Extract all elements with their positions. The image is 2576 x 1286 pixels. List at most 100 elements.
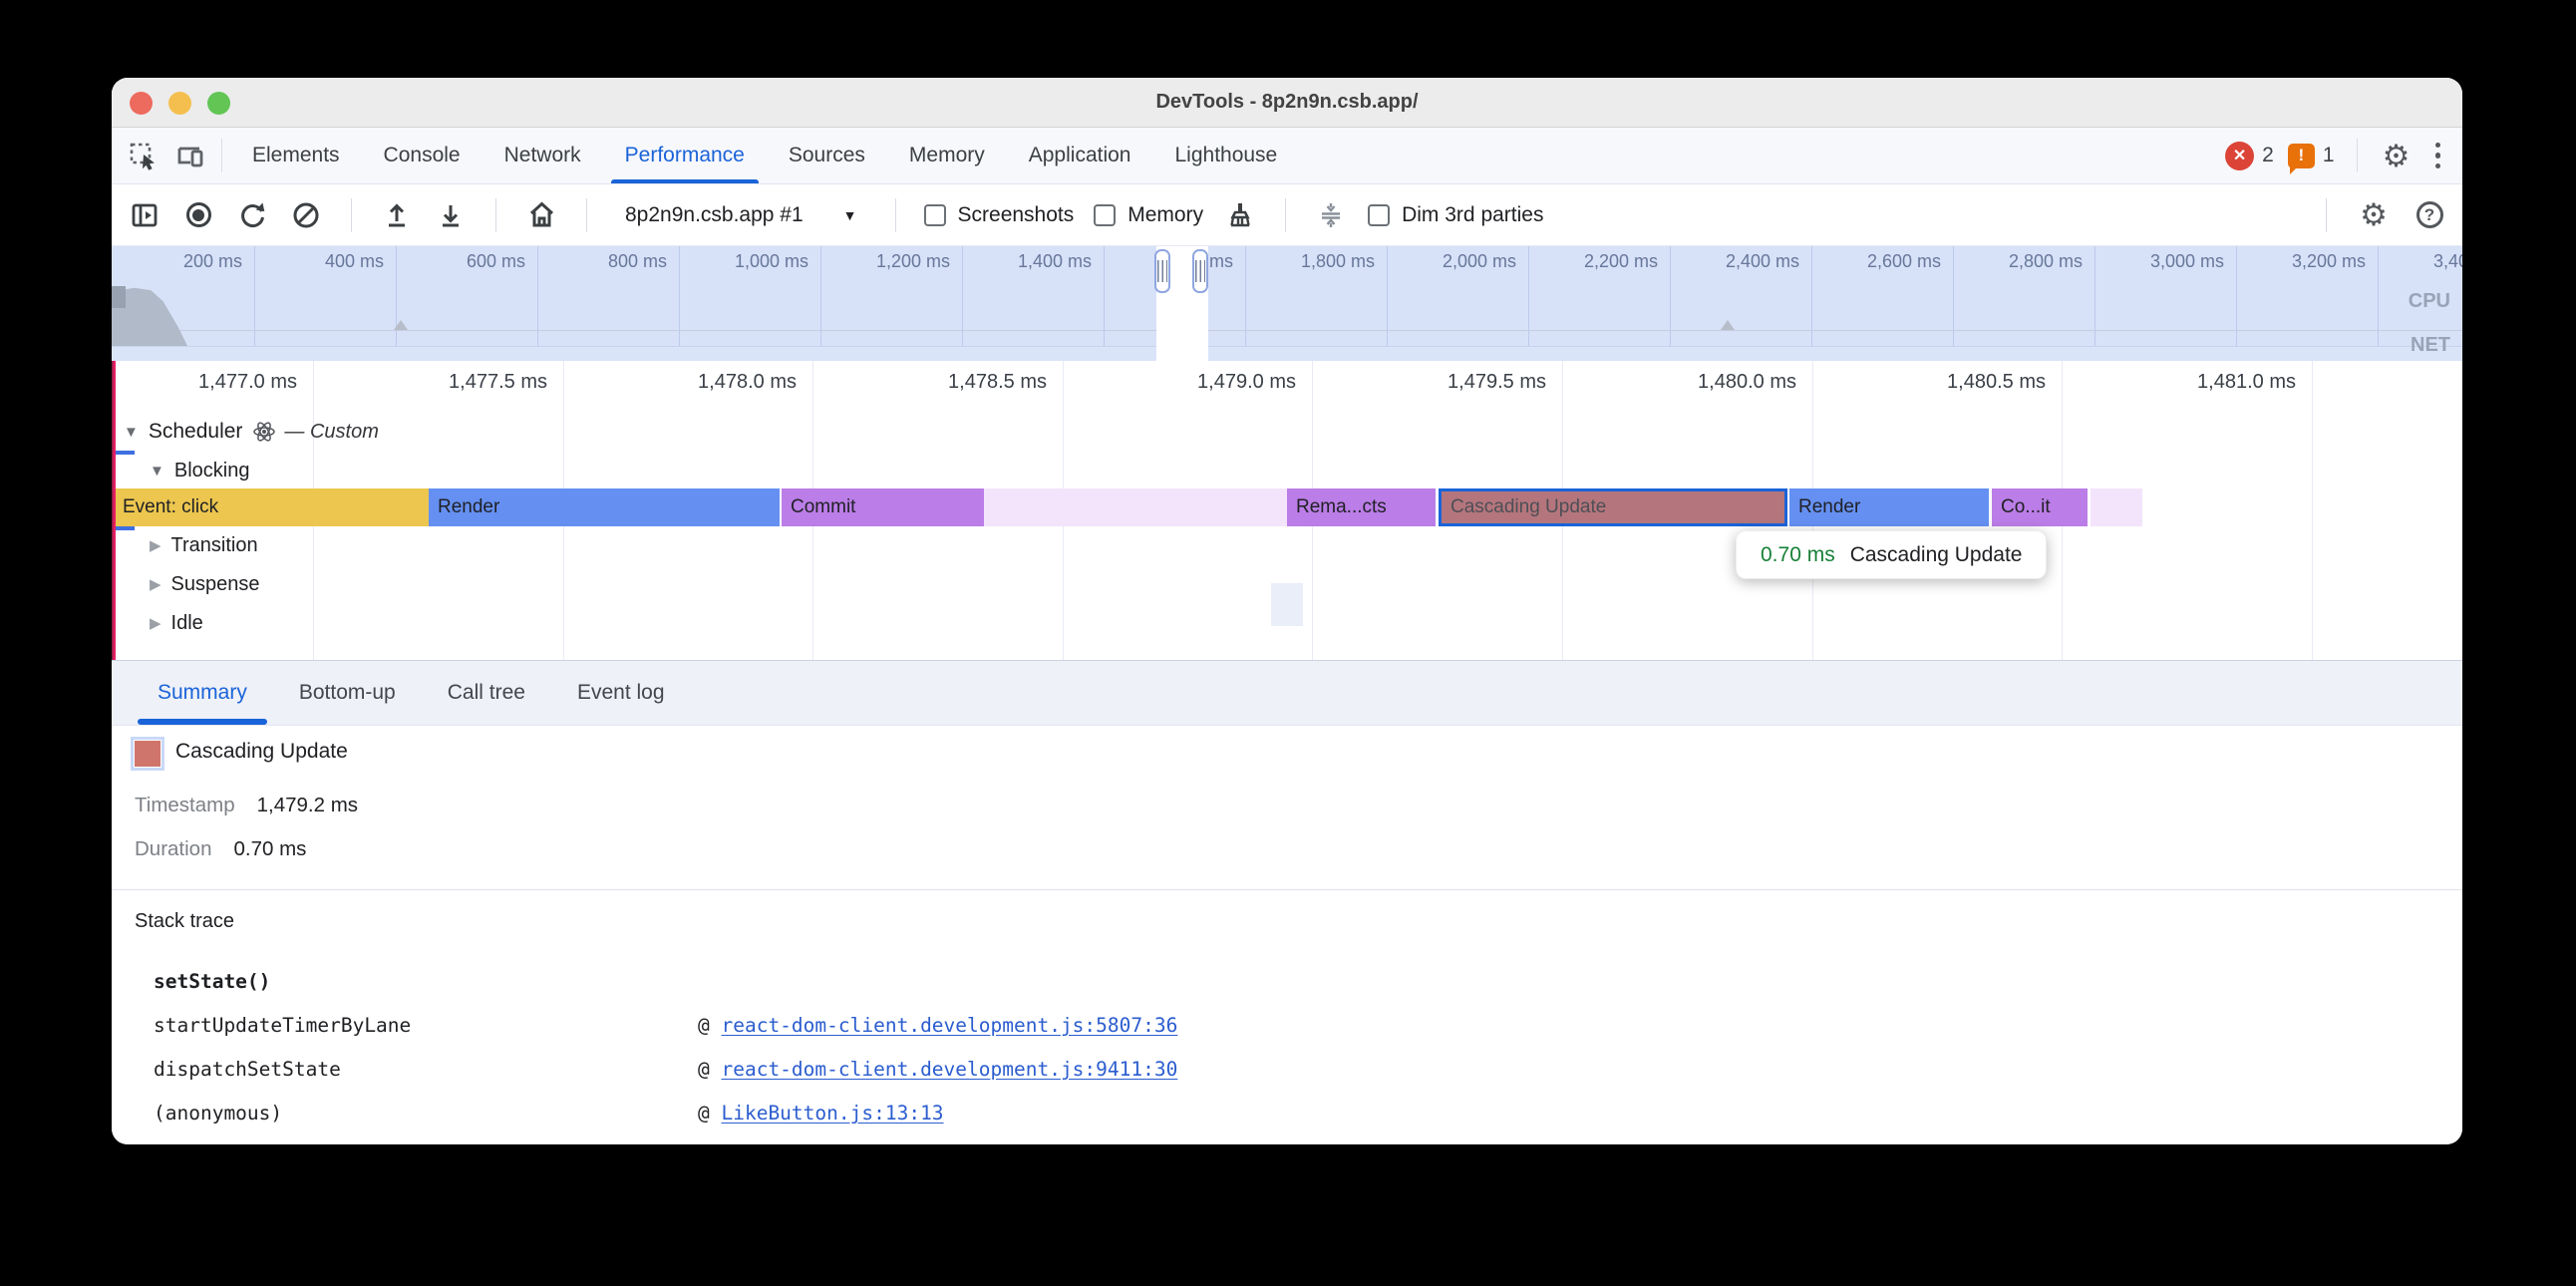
divider bbox=[1285, 198, 1286, 232]
expand-arrow-icon[interactable]: ▶ bbox=[150, 614, 161, 632]
selection-left-handle[interactable] bbox=[1154, 249, 1170, 293]
source-location-link[interactable]: LikeButton.js:13:13 bbox=[721, 1102, 943, 1125]
details-tabbar: SummaryBottom-upCall treeEvent log bbox=[112, 660, 2462, 726]
blocking-lane-header[interactable]: ▼ Blocking bbox=[112, 452, 2462, 489]
traffic-lights bbox=[130, 92, 230, 115]
error-icon: ✕ bbox=[2225, 142, 2254, 170]
overview-baseline bbox=[112, 330, 2462, 331]
details-tab-event-log[interactable]: Event log bbox=[551, 661, 691, 725]
minimize-window-button[interactable] bbox=[168, 92, 191, 115]
overview-tick-label: 2,400 ms bbox=[1666, 251, 1805, 272]
collect-garbage-icon[interactable] bbox=[1223, 198, 1257, 232]
flame-bar-commit[interactable]: Commit bbox=[782, 488, 984, 526]
help-icon[interactable]: ? bbox=[2413, 198, 2446, 232]
titlebar: DevTools - 8p2n9n.csb.app/ bbox=[112, 78, 2462, 128]
stack-frame-row: (anonymous)@ LikeButton.js:13:13 bbox=[112, 1102, 2462, 1131]
tabbar-left-icons bbox=[126, 128, 213, 183]
flame-bar-rema-cts[interactable]: Rema...cts bbox=[1287, 488, 1436, 526]
net-lane-label: NET bbox=[2411, 334, 2450, 357]
warning-badge[interactable]: ! 1 bbox=[2288, 144, 2335, 168]
timeline-overview[interactable]: CPU NET 200 ms400 ms600 ms800 ms1,000 ms… bbox=[112, 246, 2462, 361]
settings-gear-icon[interactable]: ⚙ bbox=[2380, 139, 2414, 172]
flame-bar-render[interactable]: Render bbox=[429, 488, 780, 526]
collapse-icon[interactable] bbox=[1314, 198, 1348, 232]
zoom-window-button[interactable] bbox=[207, 92, 230, 115]
download-profile-icon[interactable] bbox=[434, 198, 468, 232]
stack-frame-header: setState() bbox=[154, 970, 270, 993]
flame-bar-render[interactable]: Render bbox=[1789, 488, 1989, 526]
scheduler-track-header[interactable]: ▼ Scheduler — Custom bbox=[112, 413, 2462, 451]
divider bbox=[2357, 139, 2358, 172]
error-badge[interactable]: ✕ 2 bbox=[2225, 142, 2274, 170]
tab-network[interactable]: Network bbox=[483, 128, 603, 183]
performance-toolbar: 8p2n9n.csb.app #1 ▼ Screenshots Memory bbox=[112, 184, 2462, 246]
network-strip bbox=[112, 346, 2462, 361]
tab-console[interactable]: Console bbox=[362, 128, 483, 183]
overview-tick-label: 3,400 ms bbox=[2374, 251, 2462, 272]
tab-application[interactable]: Application bbox=[1007, 128, 1153, 183]
home-icon[interactable] bbox=[524, 198, 558, 232]
divider bbox=[351, 198, 352, 232]
lane-header-suspense[interactable]: ▶Suspense bbox=[112, 565, 2462, 603]
chevron-down-icon: ▼ bbox=[843, 207, 857, 223]
react-atom-icon bbox=[252, 420, 276, 444]
clear-icon[interactable] bbox=[289, 198, 323, 232]
overview-tick-label: 400 ms bbox=[250, 251, 390, 272]
selection-right-handle[interactable] bbox=[1192, 249, 1208, 293]
stack-frame-location: @ react-dom-client.development.js:9411:3… bbox=[698, 1058, 1177, 1081]
flame-bar-cascading-update[interactable]: Cascading Update bbox=[1439, 488, 1787, 526]
tab-memory[interactable]: Memory bbox=[887, 128, 1007, 183]
capture-settings-gear-icon[interactable]: ⚙ bbox=[2357, 198, 2391, 232]
overview-tick-label: 200 ms bbox=[112, 251, 248, 272]
checkbox-box bbox=[924, 204, 946, 226]
overview-marker-icon bbox=[1721, 320, 1735, 330]
toggle-sidebar-icon[interactable] bbox=[128, 198, 161, 232]
details-tab-call-tree[interactable]: Call tree bbox=[422, 661, 551, 725]
stack-trace-title: Stack trace bbox=[135, 910, 234, 933]
device-toolbar-icon[interactable] bbox=[173, 139, 207, 172]
stack-frame-location: @ react-dom-client.development.js:5807:3… bbox=[698, 1014, 1177, 1037]
memory-checkbox[interactable]: Memory bbox=[1094, 203, 1203, 227]
flame-chart[interactable]: ▼ Scheduler — Custom ▼ Blocking bbox=[112, 361, 2462, 660]
reload-and-record-icon[interactable] bbox=[235, 198, 269, 232]
ruler-tick-label: 1,479.5 ms bbox=[1385, 371, 1554, 394]
warning-icon: ! bbox=[2288, 144, 2315, 168]
upload-profile-icon[interactable] bbox=[380, 198, 414, 232]
tab-lighthouse[interactable]: Lighthouse bbox=[1152, 128, 1299, 183]
overview-tick-label: 1,800 ms bbox=[1241, 251, 1381, 272]
target-selector[interactable]: 8p2n9n.csb.app #1 ▼ bbox=[615, 203, 867, 227]
more-options-icon[interactable] bbox=[2427, 143, 2449, 169]
collapse-arrow-icon[interactable]: ▼ bbox=[124, 424, 139, 441]
details-tab-summary[interactable]: Summary bbox=[132, 661, 273, 725]
inspect-element-icon[interactable] bbox=[126, 139, 160, 172]
tab-elements[interactable]: Elements bbox=[230, 128, 362, 183]
stack-frame-location: @ LikeButton.js:13:13 bbox=[698, 1102, 944, 1125]
source-location-link[interactable]: react-dom-client.development.js:9411:30 bbox=[721, 1058, 1177, 1081]
overview-tick-label: 600 ms bbox=[392, 251, 531, 272]
flame-bar-blank[interactable] bbox=[2091, 488, 2142, 526]
stack-frame-function: dispatchSetState bbox=[154, 1058, 341, 1081]
details-tab-bottom-up[interactable]: Bottom-up bbox=[273, 661, 422, 725]
source-location-link[interactable]: react-dom-client.development.js:5807:36 bbox=[721, 1014, 1177, 1037]
expand-arrow-icon[interactable]: ▶ bbox=[150, 575, 161, 593]
duration-label: Duration bbox=[135, 837, 212, 860]
lane-header-transition[interactable]: ▶Transition bbox=[112, 526, 2462, 564]
tab-sources[interactable]: Sources bbox=[767, 128, 887, 183]
flame-bar-co-it[interactable]: Co...it bbox=[1992, 488, 2088, 526]
memory-label: Memory bbox=[1127, 203, 1203, 227]
flame-bar-event-click[interactable]: Event: click bbox=[114, 488, 429, 526]
timestamp-value: 1,479.2 ms bbox=[257, 794, 358, 816]
summary-panel: Cascading Update Timestamp1,479.2 ms Dur… bbox=[112, 726, 2462, 890]
screenshots-checkbox[interactable]: Screenshots bbox=[924, 203, 1075, 227]
close-window-button[interactable] bbox=[130, 92, 153, 115]
ruler-tick-label: 1,478.5 ms bbox=[885, 371, 1055, 394]
collapse-arrow-icon[interactable]: ▼ bbox=[150, 463, 164, 480]
flame-bar-blank[interactable] bbox=[984, 488, 1287, 526]
record-icon[interactable] bbox=[181, 198, 215, 232]
ruler-tick-label: 1,477.0 ms bbox=[136, 371, 305, 394]
expand-arrow-icon[interactable]: ▶ bbox=[150, 536, 161, 554]
lane-header-idle[interactable]: ▶Idle bbox=[112, 604, 2462, 642]
tab-performance[interactable]: Performance bbox=[603, 128, 767, 183]
scheduler-track-label: Scheduler bbox=[149, 420, 243, 444]
dim-3rd-parties-checkbox[interactable]: Dim 3rd parties bbox=[1368, 203, 1543, 227]
